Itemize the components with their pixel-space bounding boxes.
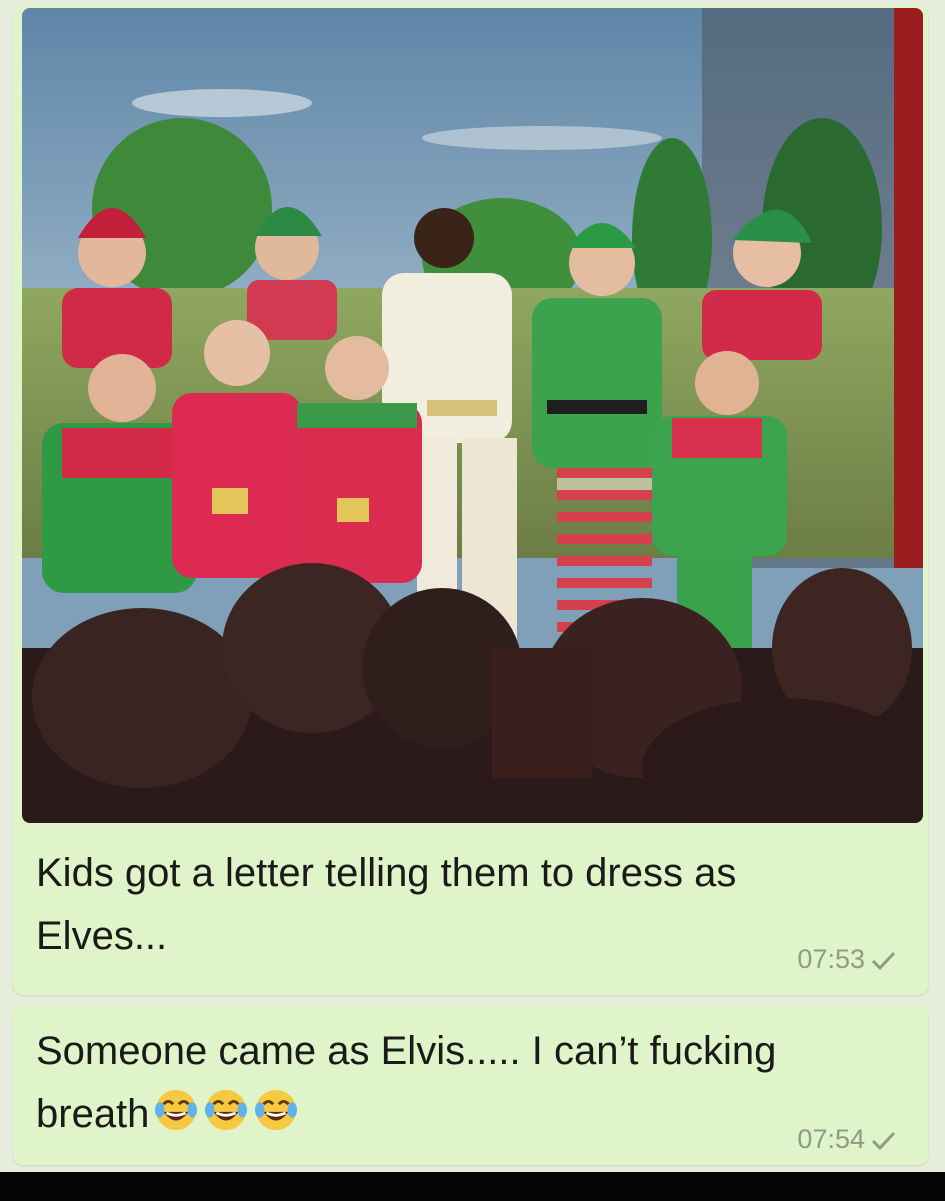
message-timestamp: 07:53 — [797, 944, 865, 974]
face-with-tears-of-joy-icon — [255, 1089, 298, 1131]
message-meta: 07:54 — [797, 1124, 897, 1155]
sent-check-icon — [871, 951, 896, 970]
message-text-content: Someone came as Elvis..... I can’t fucki… — [36, 1029, 777, 1136]
elves-stage-photo — [22, 8, 923, 823]
message-text: Someone came as Elvis..... I can’t fucki… — [36, 1020, 856, 1146]
message-text: Kids got a letter telling them to dress … — [36, 851, 737, 958]
message-meta: 07:53 — [797, 944, 897, 975]
face-with-tears-of-joy-icon — [205, 1089, 248, 1131]
bottom-black-bar — [0, 1172, 945, 1201]
message-timestamp: 07:54 — [797, 1124, 865, 1154]
face-with-tears-of-joy-icon — [155, 1089, 198, 1131]
emoji-group — [149, 1089, 299, 1136]
message-photo[interactable] — [22, 8, 923, 823]
sent-check-icon — [871, 1131, 896, 1150]
